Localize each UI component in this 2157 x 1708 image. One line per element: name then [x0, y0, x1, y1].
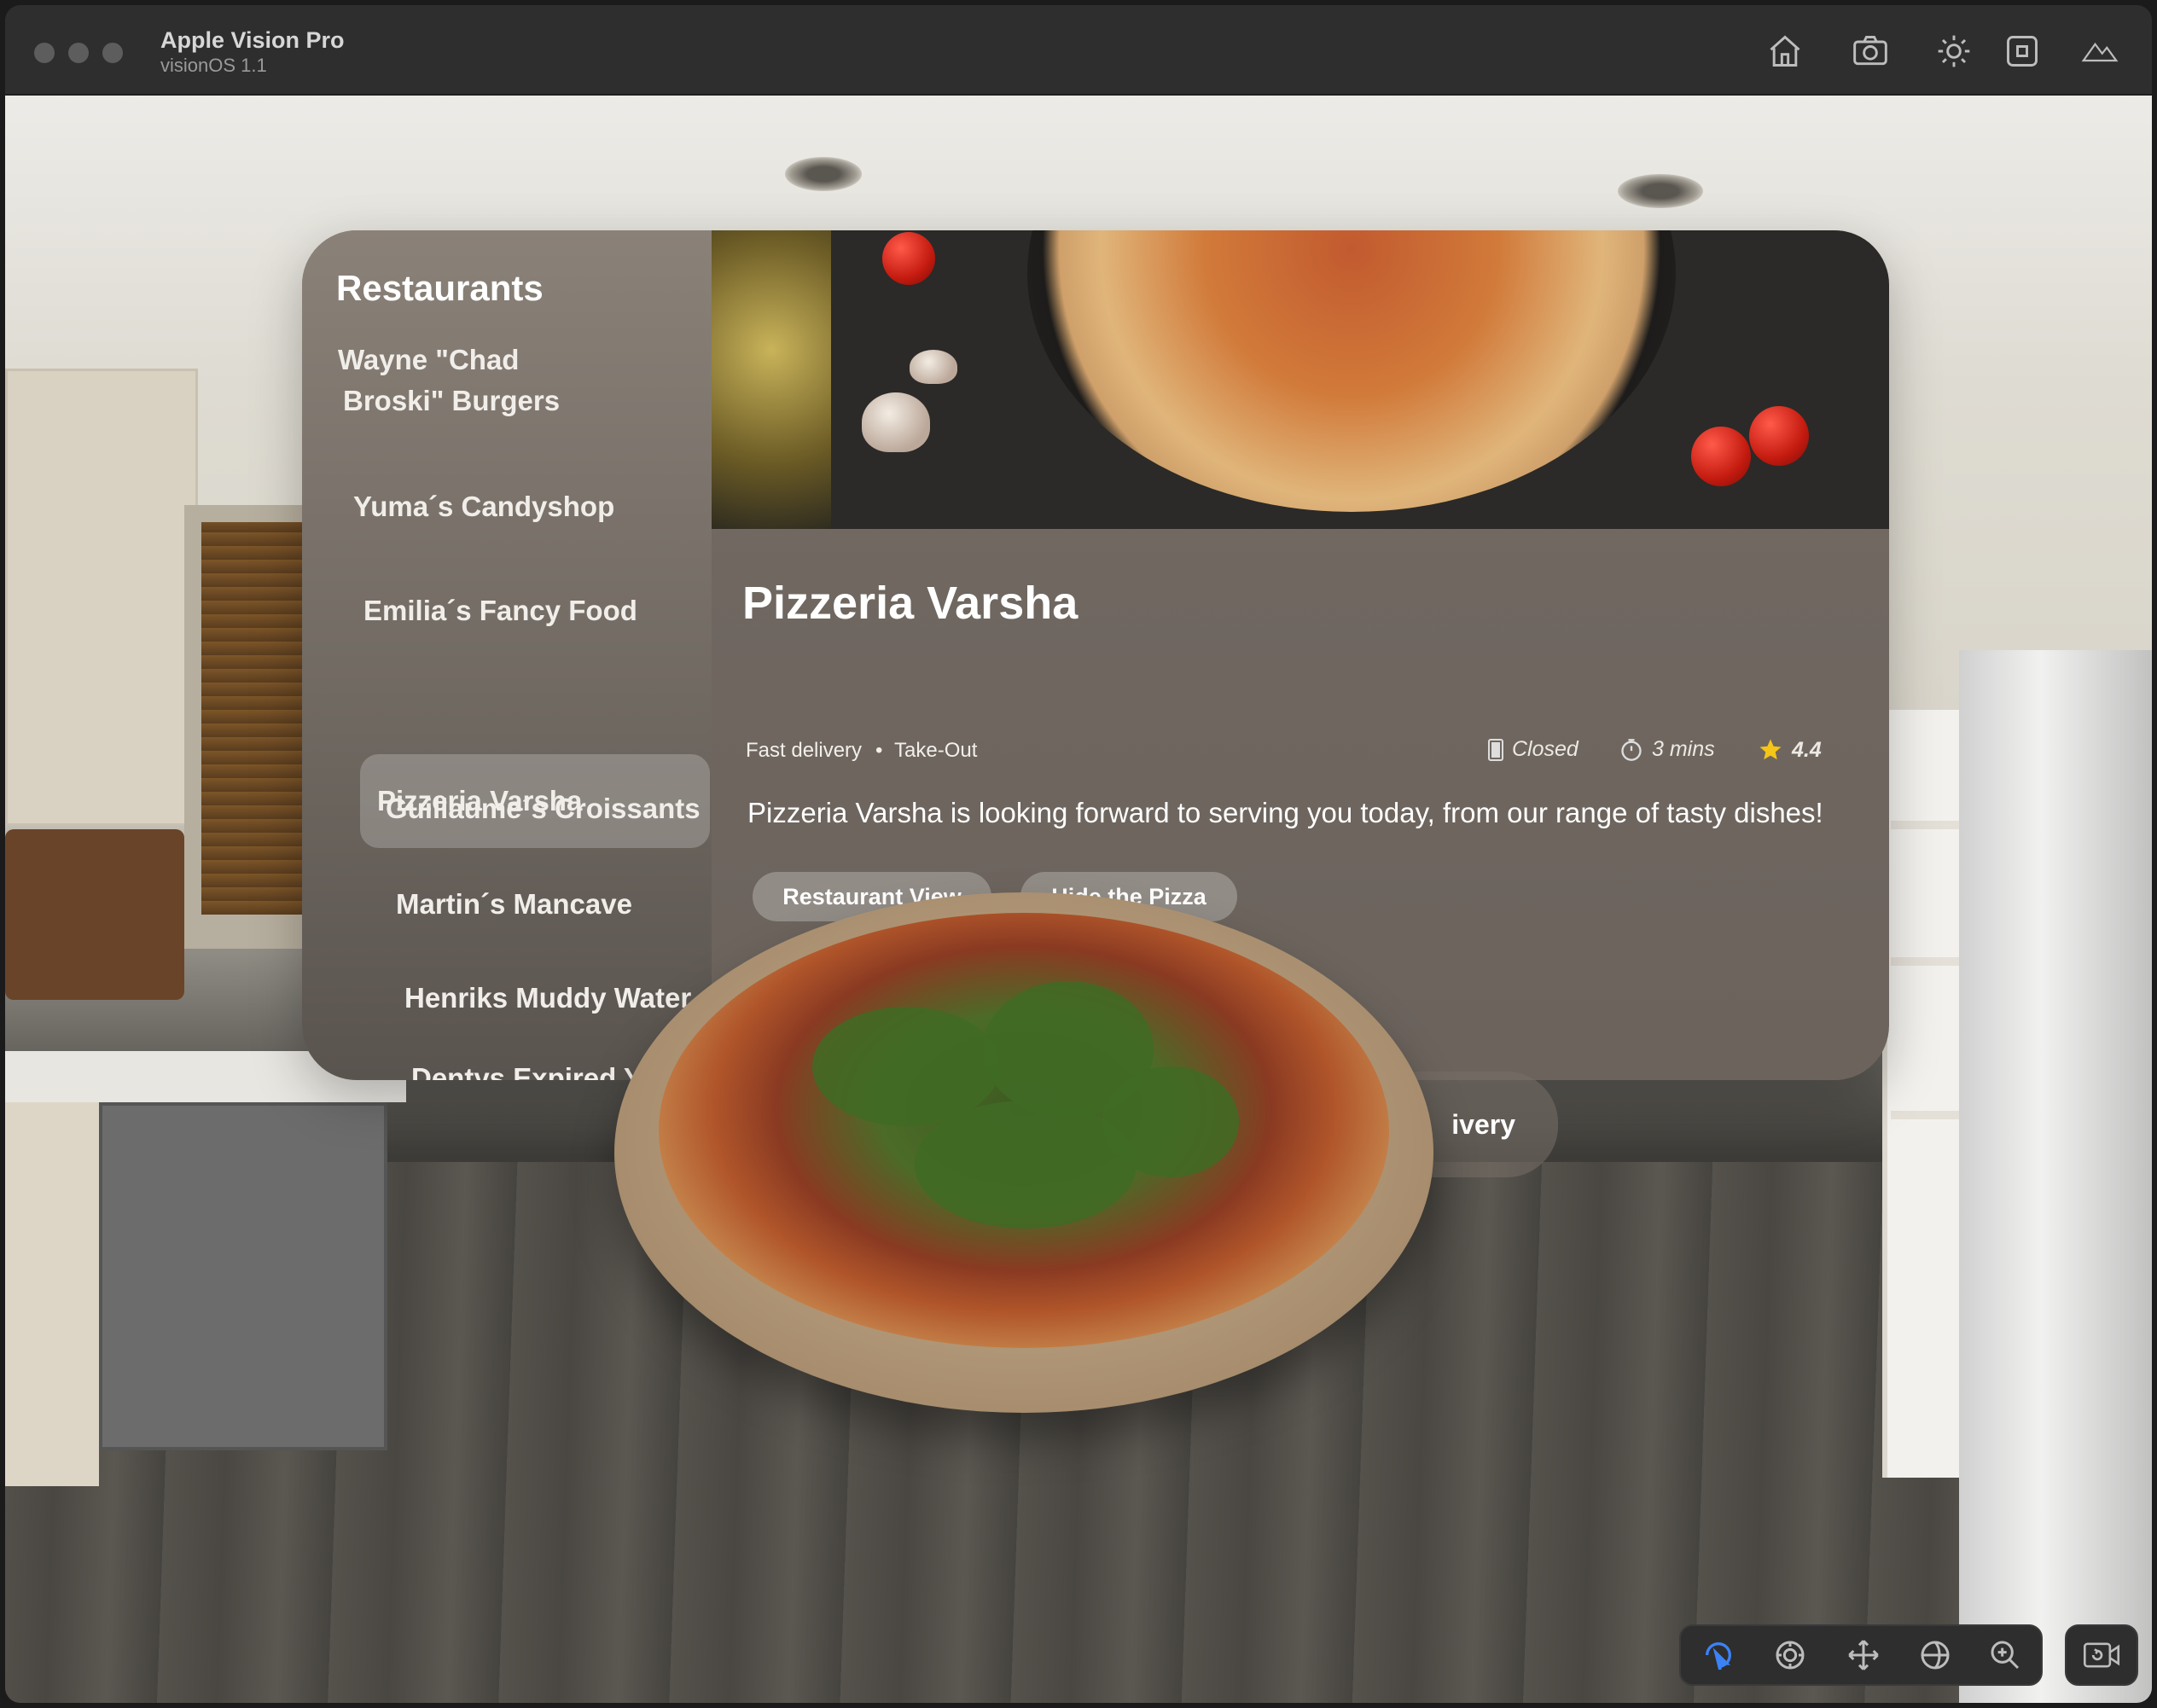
tomato-image [1749, 406, 1809, 466]
timer-icon [1621, 738, 1642, 761]
zoom-icon[interactable] [1983, 1633, 2027, 1677]
sidebar-item-label: Broski" Burgers [343, 385, 561, 416]
sidebar-title: Restaurants [336, 268, 544, 308]
time-group: 3 mins [1619, 737, 1715, 762]
status-group: Closed [1488, 737, 1579, 762]
cutting-board [5, 829, 184, 1000]
sidebar-item-label: Yuma´s Candyshop [353, 491, 615, 522]
tag-take-out: Take-Out [894, 739, 978, 762]
ceiling-light [1618, 174, 1703, 208]
move-icon[interactable] [1841, 1633, 1886, 1677]
camera-reset-icon[interactable] [2065, 1624, 2138, 1686]
sidebar-item-henriks-muddy-water[interactable]: Henriks Muddy Water [404, 978, 691, 1019]
camera-icon[interactable] [1848, 31, 1892, 72]
ornament-label: ivery [1451, 1108, 1515, 1140]
ceiling-light [785, 157, 862, 191]
sidebar-item-label: Martin´s Mancave [396, 888, 632, 920]
minimize-window-button[interactable] [68, 43, 89, 63]
orbit-icon[interactable] [1913, 1633, 1957, 1677]
keyboard-command-icon[interactable] [2000, 31, 2044, 72]
sidebar-item-yumas-candyshop[interactable]: Yuma´s Candyshop [353, 486, 614, 527]
rating-value: 4.4 [1792, 737, 1822, 762]
pointer-icon[interactable] [1696, 1633, 1741, 1677]
lower-cabinet [5, 1102, 99, 1486]
restaurant-description: Pizzeria Varsha is looking forward to se… [747, 797, 1823, 828]
brightness-icon[interactable] [1932, 31, 1976, 72]
door-icon [1488, 738, 1503, 761]
tag-separator: • [875, 739, 883, 762]
restaurant-hero-image [712, 230, 1889, 529]
environment-icon[interactable] [2073, 31, 2126, 72]
restaurant-title: Pizzeria Varsha [742, 578, 1078, 629]
sidebar-item-emilias-fancy-food[interactable]: Emilia´s Fancy Food [363, 590, 637, 631]
zoom-window-button[interactable] [102, 43, 123, 63]
dishwasher [99, 1102, 387, 1450]
tomato-image [882, 232, 935, 285]
close-window-button[interactable] [34, 43, 55, 63]
sidebar-item-guillaumes-croissants[interactable]: Guillaume´s Croissants [386, 788, 701, 829]
look-icon[interactable] [1768, 1633, 1812, 1677]
mushroom-image [910, 350, 957, 384]
sidebar-item-wayne-burgers[interactable]: Wayne "Chad Broski" Burgers [338, 340, 560, 421]
pizza-image [1027, 230, 1676, 512]
rating-group: 4.4 [1758, 737, 1822, 763]
title-bar: Apple Vision Pro visionOS 1.1 [5, 5, 2152, 96]
refrigerator [1959, 650, 2152, 1703]
simulator-window: Apple Vision Pro visionOS 1.1 Restaurant… [5, 5, 2152, 1703]
mushroom-image [862, 392, 930, 452]
app-title: Apple Vision Pro [160, 27, 345, 53]
pizza-3d-model[interactable] [659, 913, 1389, 1348]
status-text: Closed [1512, 737, 1579, 761]
sidebar-item-label: Wayne "Chad [338, 344, 520, 375]
tag-fast-delivery: Fast delivery [746, 739, 863, 762]
simulator-bottom-toolbar [1679, 1624, 2043, 1686]
sidebar-item-label: Guillaume´s Croissants [386, 793, 701, 824]
delivery-time: 3 mins [1652, 737, 1715, 761]
tomato-image [1691, 427, 1751, 486]
sidebar-item-martins-mancave[interactable]: Martin´s Mancave [396, 884, 632, 925]
arugula-topping [1102, 1066, 1239, 1177]
os-version: visionOS 1.1 [160, 55, 267, 76]
star-icon [1759, 739, 1782, 760]
olive-oil-image [712, 230, 831, 529]
wall-cabinet [5, 369, 198, 826]
home-icon[interactable] [1763, 31, 1807, 72]
sidebar-item-label: Emilia´s Fancy Food [363, 595, 637, 626]
restaurant-sidebar: Restaurants Wayne "Chad Broski" Burgers … [302, 230, 712, 1080]
sidebar-item-label: Henriks Muddy Water [404, 982, 692, 1014]
